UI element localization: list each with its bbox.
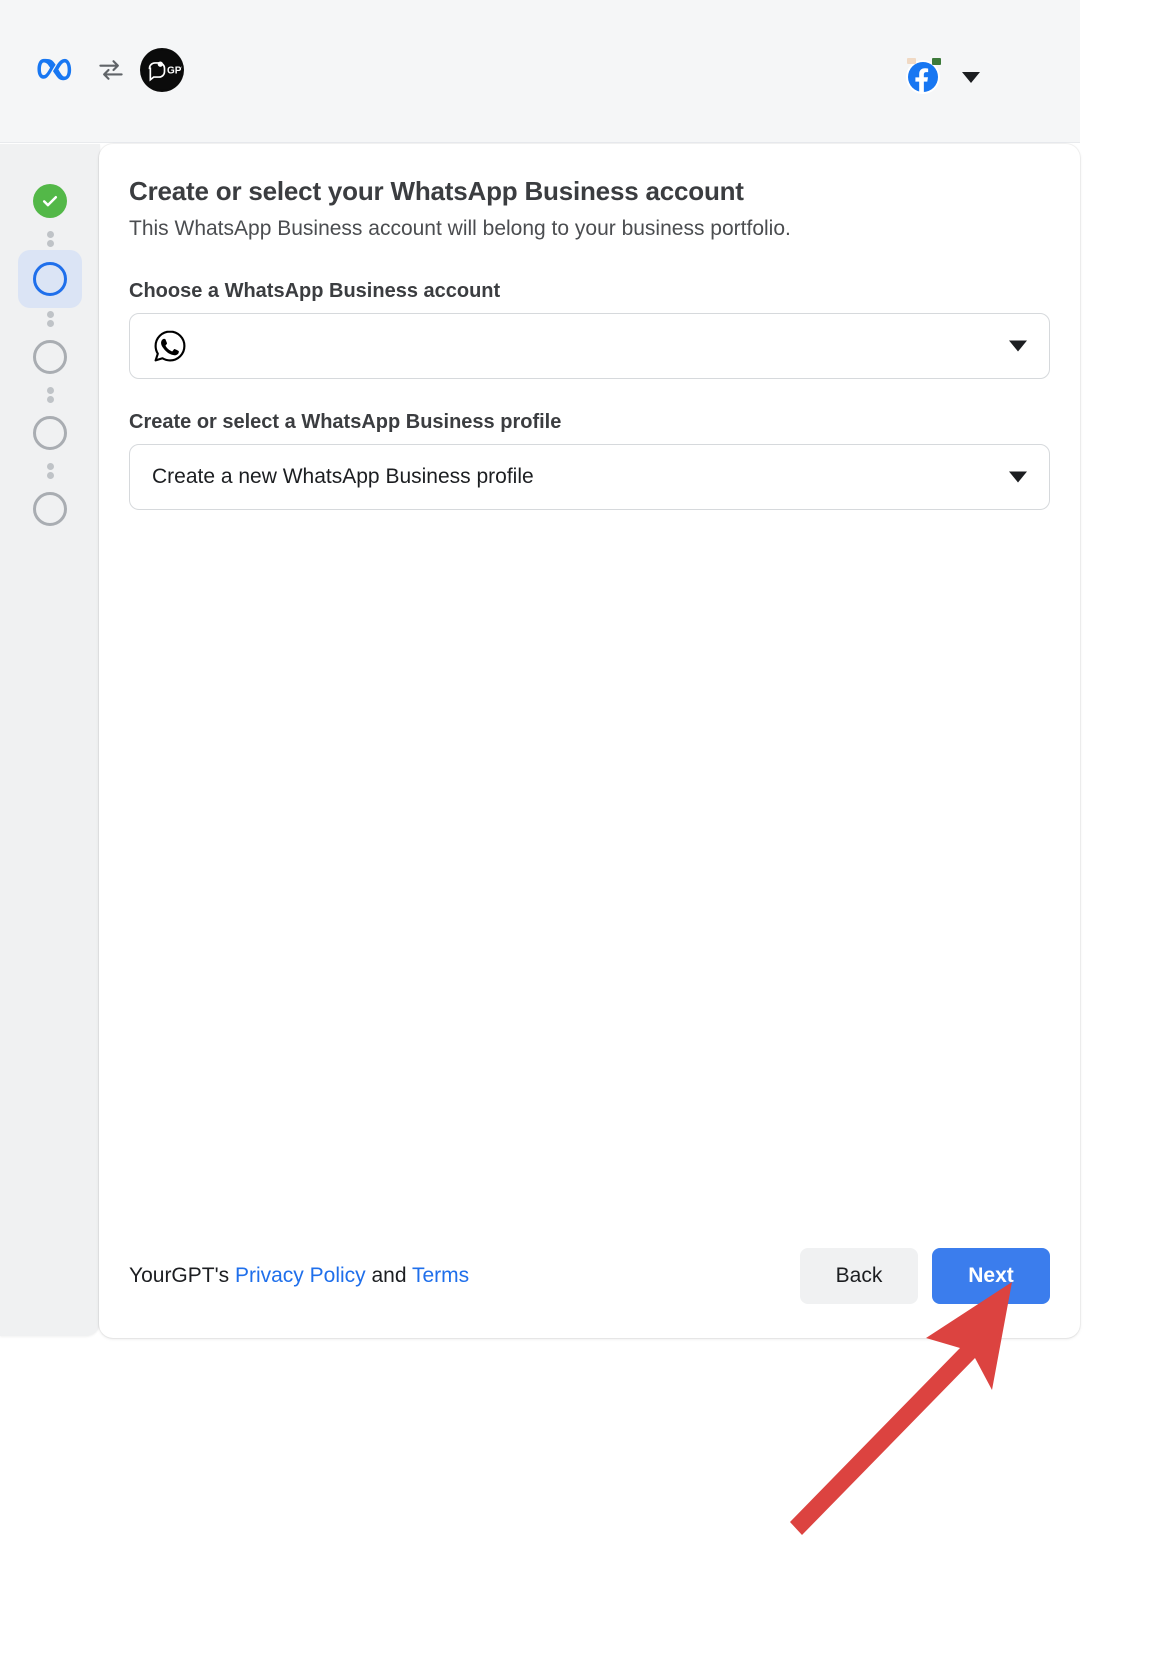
- caret-down-icon[interactable]: [1009, 340, 1027, 352]
- page-title: Create or select your WhatsApp Business …: [129, 176, 744, 206]
- circle-icon: [33, 340, 67, 374]
- page-root: GPT: [0, 0, 1176, 1654]
- legal-middle: and: [365, 1264, 412, 1287]
- connector-dot: [46, 472, 54, 479]
- legal-prefix: YourGPT's: [129, 1264, 235, 1287]
- circle-icon: [33, 416, 67, 450]
- caret-down-icon[interactable]: [1009, 471, 1027, 483]
- stepper-step-2[interactable]: [18, 250, 82, 308]
- back-button[interactable]: Back: [800, 1248, 918, 1304]
- next-button[interactable]: Next: [932, 1248, 1050, 1304]
- stepper-connector-2: [46, 308, 54, 330]
- legal-text: YourGPT's Privacy Policy and Terms: [129, 1264, 469, 1288]
- svg-text:GPT: GPT: [167, 65, 182, 76]
- stepper-connector-1: [46, 228, 54, 250]
- field-label-waba-profile: Create or select a WhatsApp Business pro…: [129, 410, 562, 433]
- connector-dot: [46, 231, 54, 238]
- main-card: Create or select your WhatsApp Business …: [99, 144, 1080, 1338]
- chevron-down-icon[interactable]: [962, 71, 980, 83]
- connector-dot: [46, 311, 54, 318]
- avatar-corner-left: [907, 58, 916, 64]
- stepper: [0, 174, 100, 536]
- sync-arrows-icon: [96, 55, 126, 85]
- terms-link[interactable]: Terms: [412, 1264, 469, 1287]
- connector-dot: [46, 387, 54, 394]
- card-content: Create or select your WhatsApp Business …: [129, 176, 1050, 510]
- field-waba-profile: Create or select a WhatsApp Business pro…: [129, 411, 1050, 510]
- circle-icon: [33, 492, 67, 526]
- whatsapp-icon: [152, 328, 188, 364]
- stepper-step-4[interactable]: [18, 406, 82, 460]
- app-header: GPT: [0, 0, 1080, 143]
- field-label-waba-account: Choose a WhatsApp Business account: [129, 279, 501, 302]
- connector-dot: [46, 320, 54, 327]
- avatar-corner-right: [932, 58, 941, 65]
- stepper-step-5[interactable]: [18, 482, 82, 536]
- header-brand-group: GPT: [36, 48, 184, 92]
- stepper-connector-4: [46, 460, 54, 482]
- field-waba-account: Choose a WhatsApp Business account: [129, 280, 1050, 379]
- check-icon: [33, 184, 67, 218]
- footer-buttons: Back Next: [800, 1248, 1050, 1304]
- privacy-policy-link[interactable]: Privacy Policy: [235, 1264, 366, 1287]
- page-subtitle: This WhatsApp Business account will belo…: [129, 217, 791, 241]
- meta-logo-icon: [36, 53, 82, 87]
- circle-icon: [33, 262, 67, 296]
- facebook-avatar-icon[interactable]: [906, 58, 941, 94]
- stepper-step-1[interactable]: [18, 174, 82, 228]
- yourgpt-logo-icon: GPT: [140, 48, 184, 92]
- waba-profile-select[interactable]: Create a new WhatsApp Business profile: [129, 443, 1050, 510]
- onboarding-stepper-panel: [0, 144, 100, 1336]
- stepper-connector-3: [46, 384, 54, 406]
- connector-dot: [46, 240, 54, 247]
- waba-account-select[interactable]: [129, 312, 1050, 379]
- connector-dot: [46, 396, 54, 403]
- stepper-step-3[interactable]: [18, 330, 82, 384]
- header-account-group[interactable]: [906, 58, 980, 94]
- waba-profile-value: Create a new WhatsApp Business profile: [152, 464, 534, 488]
- card-footer: YourGPT's Privacy Policy and Terms Back …: [129, 1248, 1050, 1304]
- connector-dot: [46, 463, 54, 470]
